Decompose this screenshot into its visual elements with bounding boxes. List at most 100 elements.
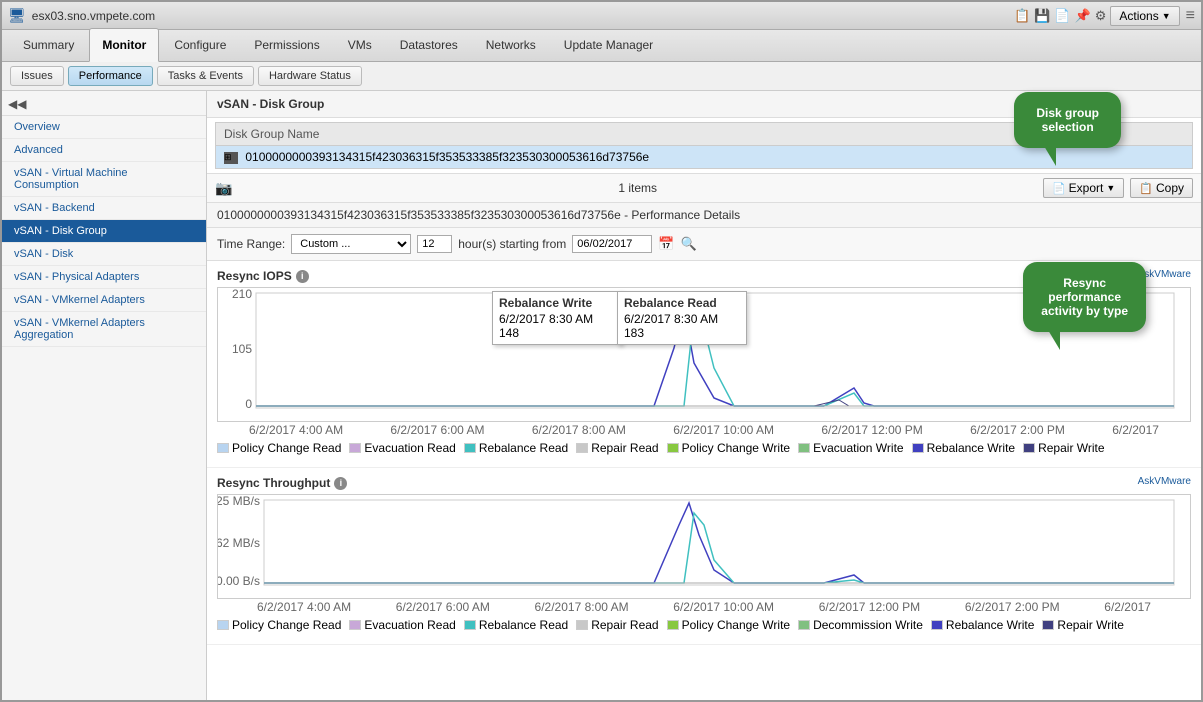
hours-label: hour(s) starting from [458, 237, 566, 251]
tab-update-manager[interactable]: Update Manager [551, 28, 666, 61]
resync-iops-title-text: Resync IOPS [217, 269, 292, 283]
tp-legend-color-rebalance-write [931, 620, 943, 630]
tp-legend-policy-change-write: Policy Change Write [667, 618, 791, 632]
throughput-x-labels: 6/2/2017 4:00 AM 6/2/2017 6:00 AM 6/2/20… [217, 599, 1191, 614]
resync-throughput-section: Resync Throughput i AskVMware 13.25 MB/s… [207, 468, 1201, 645]
resync-bubble: Resync performance activity by type [1023, 262, 1146, 332]
askvmware-throughput[interactable]: AskVMware [1138, 476, 1191, 487]
tp-legend-rebalance-read: Rebalance Read [464, 618, 568, 632]
sidebar-item-vsan-physical-adapters[interactable]: vSAN - Physical Adapters [2, 266, 206, 289]
toolbar-icon-1[interactable]: 📋 [1014, 8, 1030, 24]
copy-icon: 📋 [1139, 182, 1153, 195]
tab-vms[interactable]: VMs [335, 28, 385, 61]
legend-label-rebalance-read: Rebalance Read [479, 441, 568, 455]
svg-text:210: 210 [232, 288, 252, 301]
collapse-icon: ◀◀ [8, 97, 26, 111]
tp-legend-repair-write: Repair Write [1042, 618, 1123, 632]
iops-legend-evacuation-read: Evacuation Read [349, 441, 455, 455]
tp-legend-color-repair-read [576, 620, 588, 630]
iops-legend-repair-read: Repair Read [576, 441, 658, 455]
export-button[interactable]: 📄 Export ▼ [1043, 178, 1124, 198]
legend-color-policy-change-write [667, 443, 679, 453]
sub-tab-bar: Issues Performance Tasks & Events Hardwa… [2, 62, 1201, 91]
sub-tab-performance[interactable]: Performance [68, 66, 153, 86]
date-input[interactable] [572, 235, 652, 253]
disk-group-bubble: Disk group selection [1014, 92, 1121, 148]
sidebar: ◀◀ Overview Advanced vSAN - Virtual Mach… [2, 91, 207, 700]
copy-button[interactable]: 📋 Copy [1130, 178, 1193, 198]
actions-button[interactable]: Actions ▼ [1110, 6, 1179, 26]
legend-label-evacuation-read: Evacuation Read [364, 441, 455, 455]
sidebar-item-vsan-disk[interactable]: vSAN - Disk [2, 243, 206, 266]
legend-color-evacuation-write [798, 443, 810, 453]
legend-label-policy-change-read: Policy Change Read [232, 441, 341, 455]
iops-x-label-4: 6/2/2017 12:00 PM [821, 423, 922, 437]
iops-legend-rebalance-read: Rebalance Read [464, 441, 568, 455]
tp-legend-label-evacuation-read: Evacuation Read [364, 618, 455, 632]
tp-x-label-6: 6/2/2017 [1104, 600, 1151, 614]
tp-legend-label-rebalance-write: Rebalance Write [946, 618, 1035, 632]
disk-group-bubble-line1: Disk group [1036, 106, 1099, 120]
hours-input[interactable] [417, 235, 452, 253]
time-range-bar: Time Range: Custom ... hour(s) starting … [207, 228, 1201, 261]
resync-bubble-tail [1048, 330, 1060, 350]
tab-monitor[interactable]: Monitor [89, 28, 159, 62]
iops-legend-policy-change-write: Policy Change Write [667, 441, 791, 455]
sidebar-item-vsan-vmkernel-aggregation[interactable]: vSAN - VMkernel Adapters Aggregation [2, 312, 206, 347]
sidebar-item-overview[interactable]: Overview [2, 116, 206, 139]
sidebar-item-vsan-disk-group[interactable]: vSAN - Disk Group [2, 220, 206, 243]
sub-tab-issues[interactable]: Issues [10, 66, 64, 86]
sub-tab-tasks-events[interactable]: Tasks & Events [157, 66, 254, 86]
settings-icon[interactable]: ⚙ [1095, 8, 1107, 24]
export-label: Export [1069, 181, 1104, 195]
legend-color-repair-read [576, 443, 588, 453]
toolbar-icon-3[interactable]: 📄 [1054, 8, 1070, 24]
resync-bubble-line3: activity by type [1041, 304, 1128, 318]
time-range-select[interactable]: Custom ... [291, 234, 411, 254]
iops-legend-rebalance-write: Rebalance Write [912, 441, 1016, 455]
iops-x-label-1: 6/2/2017 6:00 AM [390, 423, 484, 437]
tp-x-label-0: 6/2/2017 4:00 AM [257, 600, 351, 614]
iops-x-label-6: 6/2/2017 [1112, 423, 1159, 437]
svg-text:0: 0 [245, 397, 252, 411]
tab-permissions[interactable]: Permissions [241, 28, 332, 61]
title-bar: 🖥 esx03.sno.vmpete.com 📋 💾 📄 📌 ⚙ Actions… [2, 2, 1201, 30]
export-icon: 📄 [1052, 182, 1066, 195]
perf-details-title-text: 0100000000393134315f423036315f353533385f… [217, 208, 740, 222]
disk-group-bubble-tail [1044, 146, 1056, 166]
copy-label: Copy [1156, 181, 1184, 195]
tp-legend-repair-read: Repair Read [576, 618, 658, 632]
tp-legend-decommission-write: Decommission Write [798, 618, 923, 632]
iops-legend-repair-write: Repair Write [1023, 441, 1104, 455]
content-area: ◀◀ Overview Advanced vSAN - Virtual Mach… [2, 91, 1201, 700]
resync-bubble-line2: performance [1041, 290, 1128, 304]
expand-icon[interactable]: ≡ [1186, 7, 1195, 24]
resync-iops-info-icon[interactable]: i [296, 270, 309, 283]
iops-legend-policy-change-read: Policy Change Read [217, 441, 341, 455]
legend-label-repair-write: Repair Write [1038, 441, 1104, 455]
sidebar-item-vsan-backend[interactable]: vSAN - Backend [2, 197, 206, 220]
tab-networks[interactable]: Networks [473, 28, 549, 61]
throughput-chart-container: 13.25 MB/s 6.62 MB/s 0.00 B/s [217, 494, 1191, 599]
sidebar-item-vsan-vm-consumption[interactable]: vSAN - Virtual Machine Consumption [2, 162, 206, 197]
tab-summary[interactable]: Summary [10, 28, 87, 61]
resync-throughput-info-icon[interactable]: i [334, 477, 347, 490]
toolbar-icon-2[interactable]: 💾 [1034, 8, 1050, 24]
toolbar-icon-4[interactable]: 📌 [1075, 8, 1091, 24]
calendar-icon[interactable]: 📅 [658, 236, 674, 252]
legend-color-rebalance-read [464, 443, 476, 453]
sidebar-item-advanced[interactable]: Advanced [2, 139, 206, 162]
actions-chevron-icon: ▼ [1162, 11, 1171, 21]
tp-legend-color-policy-change-read [217, 620, 229, 630]
title-bar-actions: 📋 💾 📄 📌 ⚙ Actions ▼ [1014, 6, 1180, 26]
tp-x-label-3: 6/2/2017 10:00 AM [673, 600, 774, 614]
tp-x-label-1: 6/2/2017 6:00 AM [396, 600, 490, 614]
tp-legend-policy-change-read: Policy Change Read [217, 618, 341, 632]
sub-tab-hardware-status[interactable]: Hardware Status [258, 66, 362, 86]
tab-datastores[interactable]: Datastores [387, 28, 471, 61]
sidebar-item-vsan-vmkernel-adapters[interactable]: vSAN - VMkernel Adapters [2, 289, 206, 312]
tab-configure[interactable]: Configure [161, 28, 239, 61]
tp-legend-color-repair-write [1042, 620, 1054, 630]
export-chevron-icon: ▼ [1106, 183, 1115, 193]
sidebar-collapse-button[interactable]: ◀◀ [2, 91, 206, 116]
